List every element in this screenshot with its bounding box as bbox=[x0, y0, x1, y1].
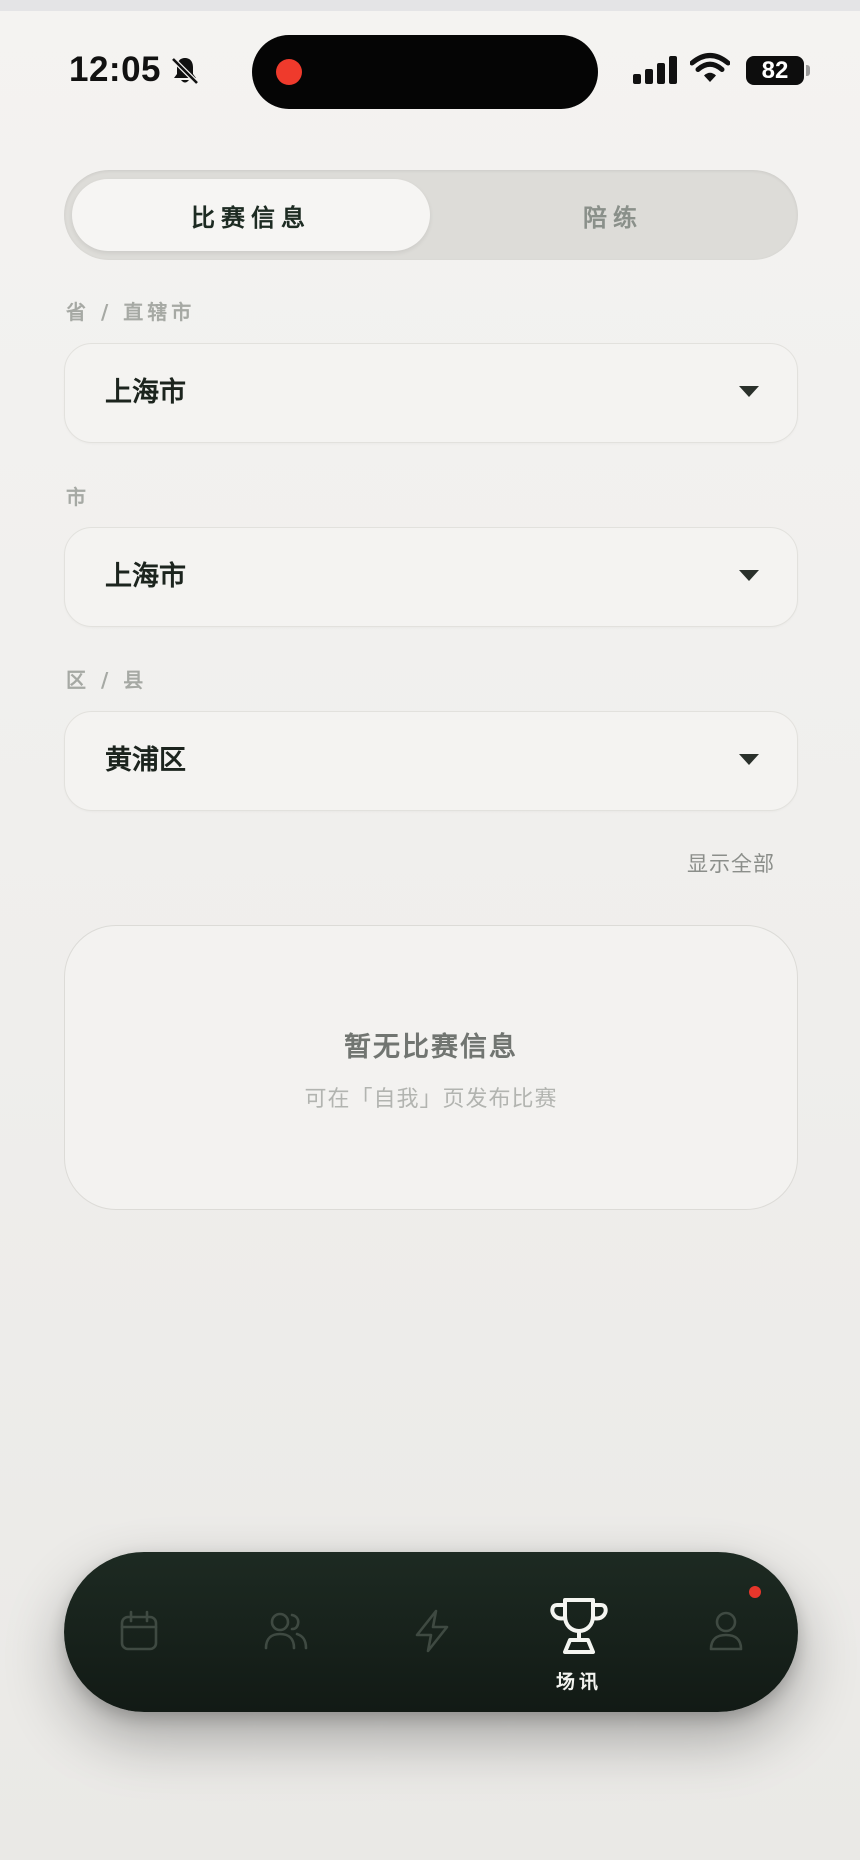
chevron-down-icon bbox=[739, 386, 759, 397]
calendar-icon bbox=[120, 1610, 158, 1651]
battery-icon: 82 bbox=[746, 56, 804, 85]
province-label: 省 / 直辖市 bbox=[66, 300, 196, 324]
status-time: 12:05 bbox=[69, 50, 162, 89]
tab-news-label: 场讯 bbox=[555, 1671, 602, 1693]
district-value: 黄浦区 bbox=[105, 745, 186, 776]
province-select[interactable]: 上海市 bbox=[64, 343, 798, 443]
top-strip bbox=[0, 0, 860, 11]
battery-cap bbox=[806, 65, 810, 76]
tab-news[interactable]: 场讯 bbox=[524, 1552, 634, 1712]
user-icon bbox=[709, 1611, 743, 1651]
users-icon bbox=[264, 1612, 308, 1650]
empty-state-card: 暂无比赛信息 可在「自我」页发布比赛 bbox=[64, 925, 798, 1210]
district-select[interactable]: 黄浦区 bbox=[64, 711, 798, 811]
wifi-icon bbox=[690, 53, 730, 82]
bottom-tab-bar: 场讯 bbox=[64, 1552, 798, 1712]
show-all-link[interactable]: 显示全部 bbox=[687, 848, 775, 878]
chevron-down-icon bbox=[739, 570, 759, 581]
cellular-signal-icon bbox=[633, 56, 677, 84]
district-label: 区 / 县 bbox=[66, 668, 148, 692]
segmented-control: 比赛信息 陪练 bbox=[64, 170, 798, 260]
tab-activity[interactable] bbox=[377, 1552, 487, 1712]
tab-users[interactable] bbox=[231, 1552, 341, 1712]
city-value: 上海市 bbox=[105, 561, 186, 592]
empty-state-subtitle: 可在「自我」页发布比赛 bbox=[304, 1087, 558, 1112]
tab-profile[interactable] bbox=[671, 1552, 781, 1712]
bell-slash-icon bbox=[171, 57, 199, 85]
notification-badge bbox=[749, 1586, 761, 1598]
lightning-icon bbox=[415, 1609, 449, 1653]
tab-match-info[interactable]: 比赛信息 bbox=[72, 179, 430, 251]
chevron-down-icon bbox=[739, 754, 759, 765]
trophy-icon bbox=[550, 1598, 608, 1654]
province-value: 上海市 bbox=[105, 377, 186, 408]
city-label: 市 bbox=[66, 485, 90, 509]
dynamic-island bbox=[252, 35, 598, 109]
tab-sparring[interactable]: 陪练 bbox=[436, 179, 790, 251]
city-select[interactable]: 上海市 bbox=[64, 527, 798, 627]
tab-calendar[interactable] bbox=[84, 1552, 194, 1712]
empty-state-title: 暂无比赛信息 bbox=[344, 1032, 518, 1063]
recording-indicator bbox=[276, 59, 302, 85]
